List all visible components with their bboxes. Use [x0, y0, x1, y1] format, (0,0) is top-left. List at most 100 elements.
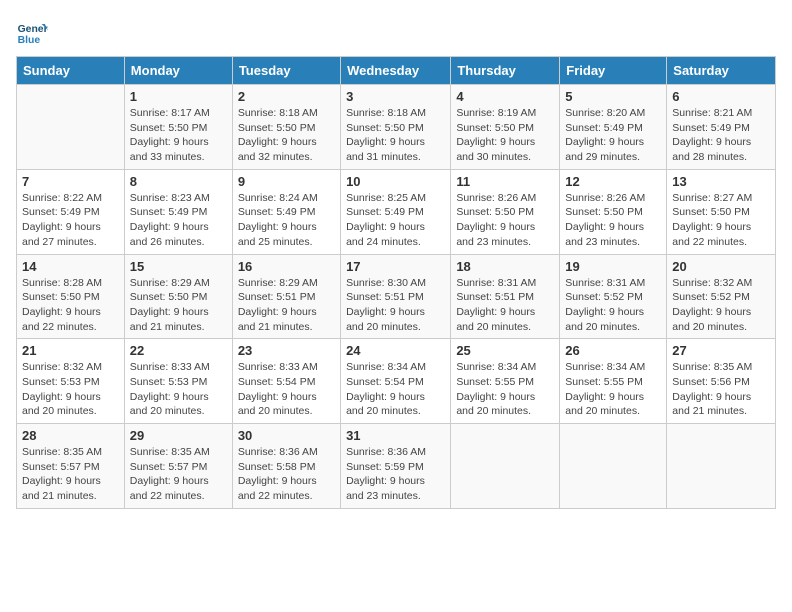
day-number: 1 — [130, 89, 227, 104]
week-row-2: 7 Sunrise: 8:22 AMSunset: 5:49 PMDaylight… — [17, 169, 776, 254]
day-number: 27 — [672, 343, 770, 358]
logo-icon: General Blue — [16, 16, 48, 48]
day-cell: 21 Sunrise: 8:32 AMSunset: 5:53 PMDayligh… — [17, 339, 125, 424]
day-cell: 17 Sunrise: 8:30 AMSunset: 5:51 PMDayligh… — [341, 254, 451, 339]
day-cell: 1 Sunrise: 8:17 AMSunset: 5:50 PMDaylight… — [124, 85, 232, 170]
day-number: 31 — [346, 428, 445, 443]
day-number: 3 — [346, 89, 445, 104]
day-cell: 6 Sunrise: 8:21 AMSunset: 5:49 PMDaylight… — [667, 85, 776, 170]
day-cell: 29 Sunrise: 8:35 AMSunset: 5:57 PMDayligh… — [124, 424, 232, 509]
day-cell: 5 Sunrise: 8:20 AMSunset: 5:49 PMDaylight… — [560, 85, 667, 170]
day-info: Sunrise: 8:18 AMSunset: 5:50 PMDaylight:… — [346, 106, 445, 165]
day-info: Sunrise: 8:33 AMSunset: 5:53 PMDaylight:… — [130, 360, 227, 419]
day-info: Sunrise: 8:18 AMSunset: 5:50 PMDaylight:… — [238, 106, 335, 165]
day-cell: 30 Sunrise: 8:36 AMSunset: 5:58 PMDayligh… — [232, 424, 340, 509]
day-cell: 14Sunrise: 8:28 AMSunset: 5:50 PMDayligh… — [17, 254, 125, 339]
day-cell — [17, 85, 125, 170]
header-cell-saturday: Saturday — [667, 57, 776, 85]
day-info: Sunrise: 8:20 AMSunset: 5:49 PMDaylight:… — [565, 106, 661, 165]
day-number: 11 — [456, 174, 554, 189]
day-info: Sunrise: 8:26 AMSunset: 5:50 PMDaylight:… — [565, 191, 661, 250]
day-info: Sunrise: 8:31 AMSunset: 5:52 PMDaylight:… — [565, 276, 661, 335]
day-info: Sunrise: 8:27 AMSunset: 5:50 PMDaylight:… — [672, 191, 770, 250]
day-cell: 24 Sunrise: 8:34 AMSunset: 5:54 PMDayligh… — [341, 339, 451, 424]
day-cell: 26Sunrise: 8:34 AMSunset: 5:55 PMDayligh… — [560, 339, 667, 424]
day-number: 24 — [346, 343, 445, 358]
day-info: Sunrise: 8:17 AMSunset: 5:50 PMDaylight:… — [130, 106, 227, 165]
header-cell-monday: Monday — [124, 57, 232, 85]
day-info: Sunrise: 8:34 AMSunset: 5:55 PMDaylight:… — [565, 360, 661, 419]
day-info: Sunrise: 8:32 AMSunset: 5:53 PMDaylight:… — [22, 360, 119, 419]
day-number: 17 — [346, 259, 445, 274]
day-cell: 11 Sunrise: 8:26 AMSunset: 5:50 PMDayligh… — [451, 169, 560, 254]
day-info: Sunrise: 8:34 AMSunset: 5:54 PMDaylight:… — [346, 360, 445, 419]
day-cell: 27 Sunrise: 8:35 AMSunset: 5:56 PMDayligh… — [667, 339, 776, 424]
day-number: 29 — [130, 428, 227, 443]
header-row: SundayMondayTuesdayWednesdayThursdayFrid… — [17, 57, 776, 85]
day-number: 28 — [22, 428, 119, 443]
svg-text:Blue: Blue — [18, 35, 41, 46]
day-number: 12 — [565, 174, 661, 189]
day-cell: 3 Sunrise: 8:18 AMSunset: 5:50 PMDaylight… — [341, 85, 451, 170]
day-info: Sunrise: 8:29 AMSunset: 5:51 PMDaylight:… — [238, 276, 335, 335]
day-info: Sunrise: 8:29 AMSunset: 5:50 PMDaylight:… — [130, 276, 227, 335]
day-cell: 18 Sunrise: 8:31 AMSunset: 5:51 PMDayligh… — [451, 254, 560, 339]
day-info: Sunrise: 8:31 AMSunset: 5:51 PMDaylight:… — [456, 276, 554, 335]
day-cell: 8 Sunrise: 8:23 AMSunset: 5:49 PMDaylight… — [124, 169, 232, 254]
day-number: 15 — [130, 259, 227, 274]
day-cell: 9 Sunrise: 8:24 AMSunset: 5:49 PMDaylight… — [232, 169, 340, 254]
day-cell — [451, 424, 560, 509]
header: General Blue — [16, 16, 776, 48]
day-number: 21 — [22, 343, 119, 358]
day-info: Sunrise: 8:19 AMSunset: 5:50 PMDaylight:… — [456, 106, 554, 165]
week-row-1: 1 Sunrise: 8:17 AMSunset: 5:50 PMDaylight… — [17, 85, 776, 170]
day-number: 22 — [130, 343, 227, 358]
day-cell: 2 Sunrise: 8:18 AMSunset: 5:50 PMDaylight… — [232, 85, 340, 170]
day-cell: 12 Sunrise: 8:26 AMSunset: 5:50 PMDayligh… — [560, 169, 667, 254]
day-number: 20 — [672, 259, 770, 274]
day-info: Sunrise: 8:28 AMSunset: 5:50 PMDaylight:… — [22, 276, 119, 335]
day-info: Sunrise: 8:23 AMSunset: 5:49 PMDaylight:… — [130, 191, 227, 250]
week-row-4: 21 Sunrise: 8:32 AMSunset: 5:53 PMDayligh… — [17, 339, 776, 424]
day-info: Sunrise: 8:30 AMSunset: 5:51 PMDaylight:… — [346, 276, 445, 335]
day-info: Sunrise: 8:25 AMSunset: 5:49 PMDaylight:… — [346, 191, 445, 250]
day-info: Sunrise: 8:35 AMSunset: 5:56 PMDaylight:… — [672, 360, 770, 419]
day-info: Sunrise: 8:21 AMSunset: 5:49 PMDaylight:… — [672, 106, 770, 165]
header-cell-wednesday: Wednesday — [341, 57, 451, 85]
day-number: 19 — [565, 259, 661, 274]
day-info: Sunrise: 8:36 AMSunset: 5:58 PMDaylight:… — [238, 445, 335, 504]
week-row-5: 28 Sunrise: 8:35 AMSunset: 5:57 PMDayligh… — [17, 424, 776, 509]
day-number: 18 — [456, 259, 554, 274]
calendar-header: SundayMondayTuesdayWednesdayThursdayFrid… — [17, 57, 776, 85]
day-number: 8 — [130, 174, 227, 189]
day-cell — [560, 424, 667, 509]
day-info: Sunrise: 8:35 AMSunset: 5:57 PMDaylight:… — [130, 445, 227, 504]
day-cell — [667, 424, 776, 509]
day-number: 10 — [346, 174, 445, 189]
day-cell: 7 Sunrise: 8:22 AMSunset: 5:49 PMDaylight… — [17, 169, 125, 254]
day-number: 2 — [238, 89, 335, 104]
day-number: 6 — [672, 89, 770, 104]
day-number: 7 — [22, 174, 119, 189]
day-number: 13 — [672, 174, 770, 189]
day-number: 5 — [565, 89, 661, 104]
day-number: 16 — [238, 259, 335, 274]
day-cell: 23Sunrise: 8:33 AMSunset: 5:54 PMDayligh… — [232, 339, 340, 424]
day-cell: 31Sunrise: 8:36 AMSunset: 5:59 PMDayligh… — [341, 424, 451, 509]
day-info: Sunrise: 8:33 AMSunset: 5:54 PMDaylight:… — [238, 360, 335, 419]
calendar-body: 1 Sunrise: 8:17 AMSunset: 5:50 PMDaylight… — [17, 85, 776, 509]
header-cell-sunday: Sunday — [17, 57, 125, 85]
day-number: 9 — [238, 174, 335, 189]
day-cell: 28 Sunrise: 8:35 AMSunset: 5:57 PMDayligh… — [17, 424, 125, 509]
day-info: Sunrise: 8:35 AMSunset: 5:57 PMDaylight:… — [22, 445, 119, 504]
header-cell-tuesday: Tuesday — [232, 57, 340, 85]
day-number: 30 — [238, 428, 335, 443]
day-info: Sunrise: 8:34 AMSunset: 5:55 PMDaylight:… — [456, 360, 554, 419]
day-info: Sunrise: 8:22 AMSunset: 5:49 PMDaylight:… — [22, 191, 119, 250]
day-cell: 4Sunrise: 8:19 AMSunset: 5:50 PMDaylight… — [451, 85, 560, 170]
header-cell-friday: Friday — [560, 57, 667, 85]
header-cell-thursday: Thursday — [451, 57, 560, 85]
day-info: Sunrise: 8:24 AMSunset: 5:49 PMDaylight:… — [238, 191, 335, 250]
day-cell: 15 Sunrise: 8:29 AMSunset: 5:50 PMDayligh… — [124, 254, 232, 339]
day-info: Sunrise: 8:26 AMSunset: 5:50 PMDaylight:… — [456, 191, 554, 250]
